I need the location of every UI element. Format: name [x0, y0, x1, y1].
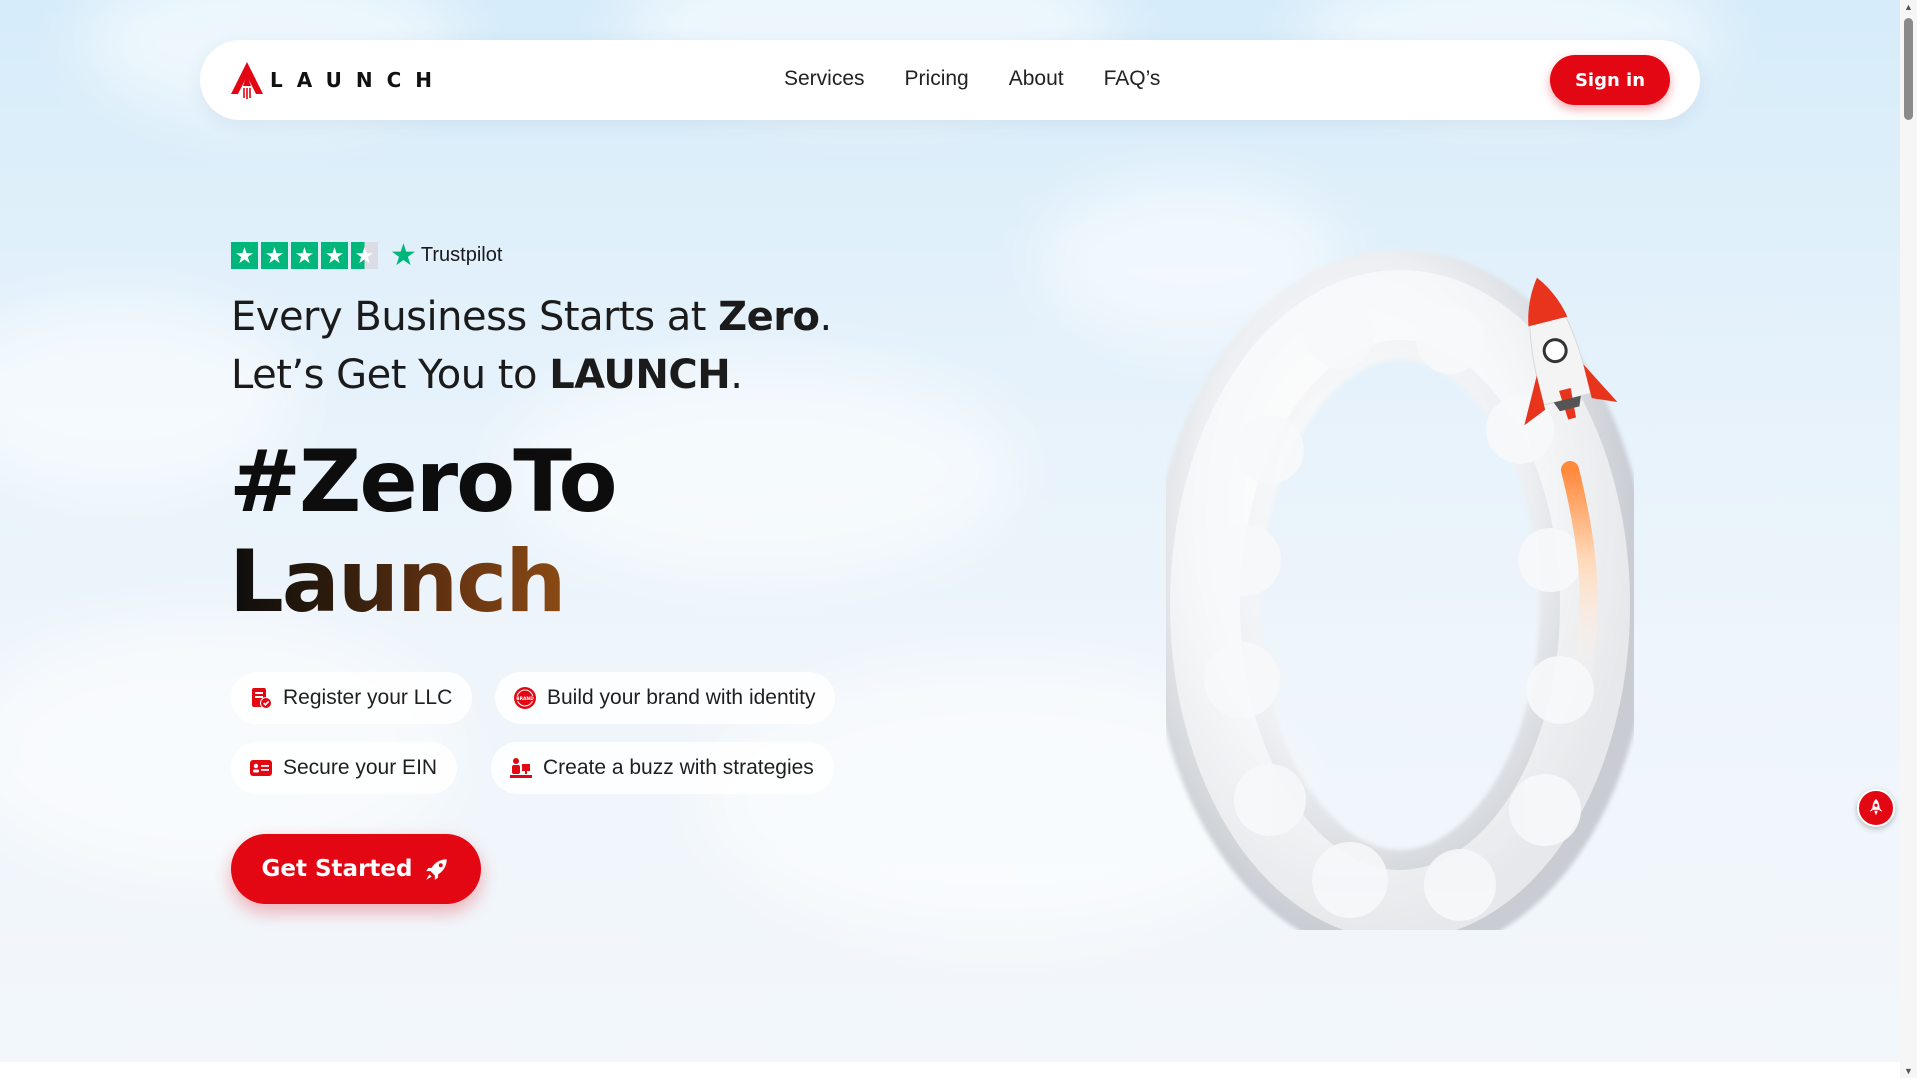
headline-line-1: #ZeroTo	[229, 432, 618, 532]
tagline-line-2: Let’s Get You to LAUNCH.	[231, 346, 832, 404]
scroll-up-arrow-icon[interactable]: ▲	[1904, 2, 1913, 12]
trustpilot-rating[interactable]: ★ ★ ★ ★ ★ ★ Trustpilot	[231, 239, 503, 272]
launch-logo-icon	[231, 62, 263, 99]
star-icon: ★	[231, 242, 258, 269]
feature-pill-brand: BRAND Build your brand with identity	[495, 672, 836, 724]
feature-label: Build your brand with identity	[547, 686, 816, 709]
document-check-icon	[252, 688, 272, 709]
star-icon: ★	[291, 242, 318, 269]
svg-text:BRAND: BRAND	[516, 696, 534, 702]
cloud-zero-rocket-illustration	[1150, 250, 1650, 930]
feature-label: Secure your EIN	[283, 756, 438, 779]
scroll-down-arrow-icon[interactable]: ▼	[1904, 1066, 1913, 1076]
rocket-icon	[1869, 798, 1883, 816]
tagline-text: Every Business Starts at	[231, 294, 719, 340]
nav-link-faqs[interactable]: FAQ’s	[1104, 67, 1161, 91]
tagline-line-1: Every Business Starts at Zero.	[231, 288, 832, 346]
star-icon: ★	[321, 242, 348, 269]
strategy-icon	[510, 758, 532, 778]
page-scrollbar[interactable]: ▲ ▼	[1900, 0, 1917, 1078]
nav-link-pricing[interactable]: Pricing	[905, 67, 969, 91]
star-icon: ★	[261, 242, 288, 269]
tagline-text: .	[730, 352, 743, 398]
logo-text: LAUNCH	[270, 68, 447, 92]
floating-rocket-button[interactable]	[1857, 789, 1895, 827]
hero-tagline: Every Business Starts at Zero. Let’s Get…	[231, 288, 832, 404]
nav-link-services[interactable]: Services	[784, 67, 865, 91]
tagline-emphasis: LAUNCH	[549, 352, 731, 398]
get-started-label: Get Started	[261, 856, 413, 882]
feature-pill-ein: Secure your EIN	[231, 742, 458, 794]
trustpilot-logo: ★ Trustpilot	[390, 239, 503, 272]
logo[interactable]: LAUNCH	[230, 60, 446, 100]
feature-pill-llc: Register your LLC	[231, 672, 473, 724]
nav-menu: Services Pricing About FAQ’s	[784, 67, 1160, 91]
feature-label: Register your LLC	[283, 686, 453, 709]
rocket-icon	[426, 859, 448, 880]
trustpilot-label: Trustpilot	[420, 244, 503, 266]
rating-stars: ★ ★ ★ ★ ★	[231, 242, 378, 269]
half-star-icon: ★	[351, 242, 378, 269]
feature-label: Create a buzz with strategies	[543, 756, 814, 779]
navbar: LAUNCH Services Pricing About FAQ’s Sign…	[200, 40, 1700, 120]
tagline-emphasis: Zero	[718, 294, 820, 340]
sign-in-button[interactable]: Sign in	[1550, 55, 1670, 105]
section-divider	[0, 1062, 1917, 1078]
nav-link-about[interactable]: About	[1009, 67, 1064, 91]
hero-headline: #ZeroTo Launch	[229, 432, 618, 632]
feature-pill-buzz: Create a buzz with strategies	[491, 742, 834, 794]
id-card-icon	[250, 760, 272, 776]
get-started-button[interactable]: Get Started	[231, 834, 481, 904]
trustpilot-star-icon: ★	[390, 239, 417, 272]
tagline-text: .	[819, 294, 833, 340]
scroll-thumb[interactable]	[1904, 18, 1913, 120]
brand-badge-icon: BRAND	[514, 687, 536, 709]
tagline-text: Let’s Get You to	[231, 352, 550, 398]
headline-line-2: Launch	[229, 532, 616, 632]
